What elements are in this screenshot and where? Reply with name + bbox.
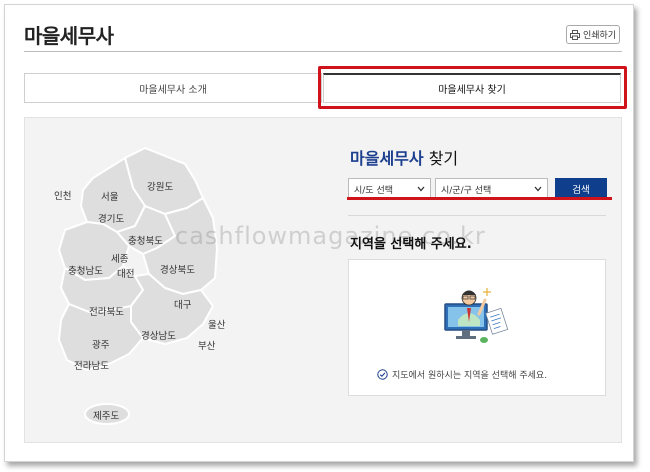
printer-icon bbox=[569, 29, 580, 40]
result-box: 지도에서 원하시는 지역을 선택해 주세요. bbox=[348, 259, 606, 396]
map-label-gyeongnam[interactable]: 경상남도 bbox=[141, 328, 176, 342]
map-label-gyeonggi[interactable]: 경기도 bbox=[98, 211, 124, 225]
map-label-chungbuk[interactable]: 충청북도 bbox=[128, 233, 163, 247]
map-label-jeonnam[interactable]: 전라남도 bbox=[74, 358, 109, 372]
sido-select-value: 시/도 선택 bbox=[354, 185, 394, 196]
finder-title-rest: 찾기 bbox=[423, 149, 459, 168]
chevron-down-icon bbox=[417, 186, 425, 192]
map-label-sejong[interactable]: 세종 bbox=[111, 251, 128, 265]
page-title: 마을세무사 bbox=[24, 24, 114, 48]
tab-intro[interactable]: 마을세무사 소개 bbox=[24, 73, 322, 103]
map-label-chungnam[interactable]: 충청남도 bbox=[68, 263, 103, 277]
korea-map bbox=[58, 147, 218, 425]
finder-divider bbox=[348, 215, 606, 216]
tab-find[interactable]: 마을세무사 찾기 bbox=[323, 73, 621, 103]
finder-title: 마을세무사 찾기 bbox=[350, 145, 458, 169]
map-label-jeju[interactable]: 제주도 bbox=[93, 408, 119, 422]
map-label-jeonbuk[interactable]: 전라북도 bbox=[89, 304, 124, 318]
map-hint: 지도에서 원하시는 지역을 선택해 주세요. bbox=[377, 368, 547, 381]
highlight-underline bbox=[347, 197, 612, 200]
print-button[interactable]: 인쇄하기 bbox=[566, 25, 620, 44]
map-label-gwangju[interactable]: 광주 bbox=[92, 337, 109, 351]
map-label-daegu[interactable]: 대구 bbox=[174, 297, 191, 311]
map-label-daejeon[interactable]: 대전 bbox=[117, 266, 134, 280]
sigungu-select-value: 시/군/구 선택 bbox=[441, 185, 492, 196]
map-label-ulsan[interactable]: 울산 bbox=[208, 317, 225, 331]
map-label-incheon[interactable]: 인천 bbox=[54, 188, 71, 202]
check-circle-icon bbox=[377, 369, 388, 380]
chevron-down-icon bbox=[534, 186, 542, 192]
map-label-seoul[interactable]: 서울 bbox=[101, 189, 118, 203]
finder-title-accent: 마을세무사 bbox=[350, 149, 424, 168]
print-label: 인쇄하기 bbox=[582, 31, 617, 41]
map-label-busan[interactable]: 부산 bbox=[198, 338, 215, 352]
tax-advisor-illustration-icon bbox=[444, 288, 509, 343]
region-prompt: 지역을 선택해 주세요. bbox=[350, 237, 472, 252]
map-label-gangwon[interactable]: 강원도 bbox=[147, 179, 173, 193]
map-hint-text: 지도에서 원하시는 지역을 선택해 주세요. bbox=[392, 371, 548, 381]
map-label-gyeongbuk[interactable]: 경상북도 bbox=[160, 262, 195, 276]
title-divider bbox=[24, 51, 622, 52]
